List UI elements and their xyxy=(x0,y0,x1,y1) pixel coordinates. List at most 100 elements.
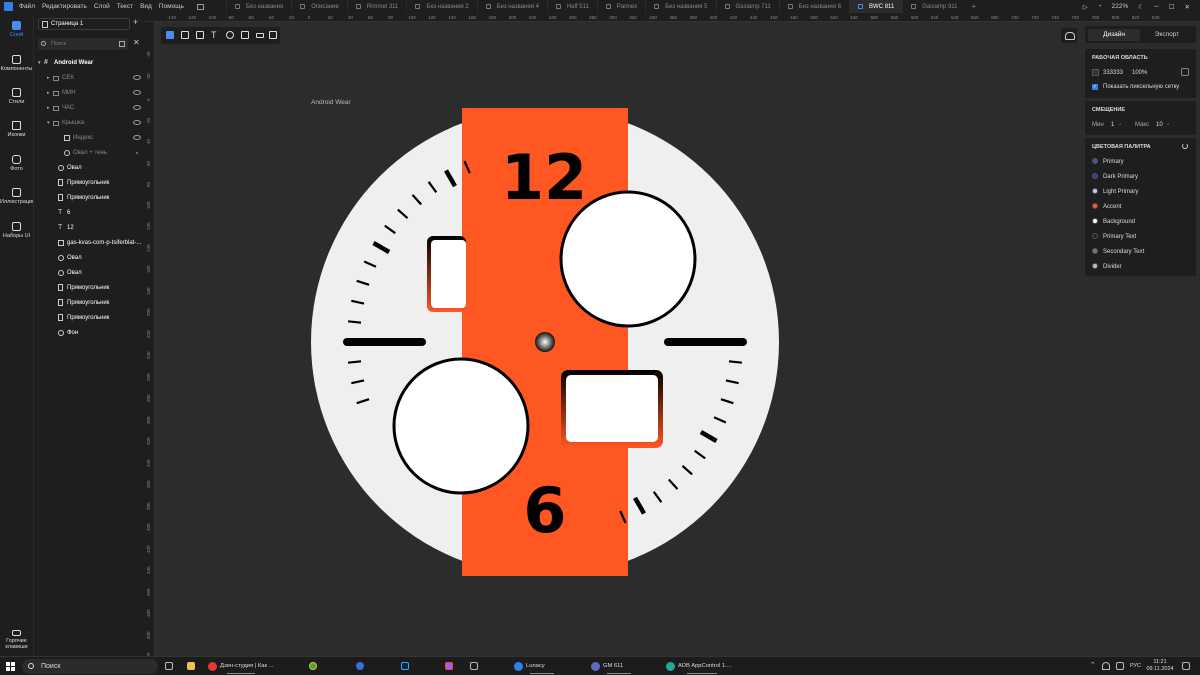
figma-icon[interactable] xyxy=(445,662,453,670)
layer-row[interactable]: Прямоугольник xyxy=(34,177,146,189)
add-tab-button[interactable]: + xyxy=(972,2,977,11)
expand-arrow-icon[interactable]: ▾ xyxy=(38,57,41,69)
zoom-level[interactable]: 222% xyxy=(1112,3,1129,10)
task-view-icon[interactable] xyxy=(165,662,173,670)
pixel-grid-checkbox[interactable]: ✓ xyxy=(1092,84,1098,90)
rail-item[interactable]: Иконки xyxy=(0,121,33,138)
watch-face[interactable]: 12 6 xyxy=(155,22,1085,656)
palette-label[interactable]: Dark Primary xyxy=(1103,174,1138,180)
palette-label[interactable]: Divider xyxy=(1103,264,1122,270)
rail-item[interactable]: Фото xyxy=(0,155,33,172)
hotkeys-button[interactable]: Горячие клавиши xyxy=(0,630,33,650)
vertical-ruler[interactable]: -40 -20 0 20 40 60 80 100 120 140 160 180 200 220 240 2… xyxy=(145,22,155,660)
taskbar-app[interactable]: GM 611 xyxy=(589,659,649,674)
add-page-button[interactable]: + xyxy=(133,17,138,27)
center-pin[interactable] xyxy=(535,332,555,352)
taskbar-app[interactable]: Lunacy xyxy=(512,659,572,674)
vpn-icon[interactable] xyxy=(356,662,364,670)
layer-row[interactable]: Прямоугольник xyxy=(34,312,146,324)
horizontal-ruler[interactable]: -140 -120 -100 -80 -60 -40 -20 0 20 40 60 80 100 120 1… xyxy=(145,13,1200,22)
layer-row[interactable]: 12 xyxy=(34,222,146,234)
theme-icon[interactable]: ☾ xyxy=(1138,3,1144,11)
document-tab[interactable]: Pannex xyxy=(596,0,645,13)
menu-item[interactable]: Файл xyxy=(19,3,35,10)
page-selector[interactable]: Страница 1 xyxy=(38,18,130,30)
layer-row[interactable]: ▸ СЕК xyxy=(34,72,146,84)
hidden-eye-icon[interactable] xyxy=(133,75,141,80)
menu-item[interactable]: Текст xyxy=(117,3,133,10)
chevron-down-icon[interactable]: ⌄ xyxy=(1118,121,1122,127)
taskbar-search-input[interactable]: Поиск xyxy=(22,659,158,674)
palette-swatch[interactable] xyxy=(1092,218,1098,224)
tab-design[interactable]: Дизайн xyxy=(1088,29,1140,41)
line-app-icon[interactable] xyxy=(470,662,478,670)
menu-item[interactable]: Слой xyxy=(94,3,110,10)
expand-arrow-icon[interactable]: ▸ xyxy=(47,72,50,84)
document-tab[interactable]: Rimmel 311 xyxy=(346,0,407,13)
menu-item[interactable]: Помощь xyxy=(159,3,184,10)
subdial-top-right[interactable] xyxy=(559,190,697,328)
play-icon[interactable]: ▷ xyxy=(1083,3,1088,11)
palette-label[interactable]: Background xyxy=(1103,219,1135,225)
volume-icon[interactable] xyxy=(1116,662,1124,670)
artboard-options-icon[interactable] xyxy=(1181,68,1189,76)
palette-swatch[interactable] xyxy=(1092,203,1098,209)
palette-label[interactable]: Primary Text xyxy=(1103,234,1136,240)
document-tab[interactable]: Без названия 5 xyxy=(645,0,715,13)
palette-swatch[interactable] xyxy=(1092,173,1098,179)
maximize-button[interactable]: ☐ xyxy=(1169,3,1175,11)
rail-item[interactable]: Слой xyxy=(0,21,33,38)
document-tab[interactable]: Без названия 6 xyxy=(778,0,849,13)
hidden-eye-icon[interactable] xyxy=(133,105,141,110)
artboard-opacity-value[interactable]: 100% xyxy=(1132,70,1147,76)
layer-row[interactable]: ▾ Крышка xyxy=(34,117,146,129)
document-tab[interactable]: BWC 811 xyxy=(849,0,903,13)
layer-row[interactable]: gas-kvas-com-p-tsiferblat-... xyxy=(34,237,146,249)
refresh-icon[interactable] xyxy=(1182,143,1188,149)
document-tab[interactable]: Half 511 xyxy=(546,0,597,13)
expand-arrow-icon[interactable]: ▸ xyxy=(47,102,50,114)
numeral-12[interactable]: 12 xyxy=(501,141,587,214)
palette-swatch[interactable] xyxy=(1092,248,1098,254)
wifi-icon[interactable] xyxy=(1102,662,1110,670)
menu-item[interactable]: Редактировать xyxy=(42,3,87,10)
taskbar-app[interactable]: ADB AppControl 1.... xyxy=(664,659,739,674)
palette-label[interactable]: Secondary Text xyxy=(1103,249,1144,255)
document-tab[interactable]: Описание xyxy=(291,0,347,13)
palette-label[interactable]: Light Primary xyxy=(1103,189,1138,195)
offset-max-value[interactable]: 10 xyxy=(1156,122,1163,128)
taskbar-app[interactable]: Дзен-студия | Как ... xyxy=(206,659,276,674)
layer-row[interactable]: Прямоугольник xyxy=(34,297,146,309)
canvas[interactable]: T Android Wear 12 6 xyxy=(155,22,1085,656)
palette-swatch[interactable] xyxy=(1092,263,1098,269)
layer-row[interactable]: Фон xyxy=(34,327,146,339)
palette-swatch[interactable] xyxy=(1092,233,1098,239)
layer-row[interactable]: Индекс xyxy=(34,132,146,144)
layer-row[interactable]: ▾ # Android Wear xyxy=(34,57,146,69)
palette-label[interactable]: Primary xyxy=(1103,159,1124,165)
document-tab[interactable]: Без названия xyxy=(225,0,291,13)
windows-start-icon[interactable] xyxy=(6,662,15,671)
visibility-dot-icon[interactable] xyxy=(136,152,138,154)
tray-chevron-icon[interactable]: ⌃ xyxy=(1090,661,1096,669)
palette-label[interactable]: Accent xyxy=(1103,204,1121,210)
layer-row[interactable]: Овал + тень xyxy=(34,147,146,159)
index-left[interactable] xyxy=(343,338,426,346)
minimize-button[interactable]: ─ xyxy=(1154,3,1159,10)
chevron-down-icon[interactable]: ⌄ xyxy=(1166,121,1170,127)
layer-row[interactable]: Овал xyxy=(34,162,146,174)
layer-row[interactable]: Прямоугольник xyxy=(34,192,146,204)
palette-swatch[interactable] xyxy=(1092,188,1098,194)
photoshop-icon[interactable] xyxy=(401,662,409,670)
lunacy-logo-icon[interactable] xyxy=(4,2,13,11)
numeral-6[interactable]: 6 xyxy=(523,474,566,547)
offset-min-value[interactable]: 1 xyxy=(1111,122,1114,128)
home-icon[interactable] xyxy=(196,3,204,10)
layer-row[interactable]: Овал xyxy=(34,267,146,279)
expand-arrow-icon[interactable]: ▾ xyxy=(47,117,50,129)
layers-search-input[interactable]: Поиск xyxy=(38,38,128,50)
notifications-icon[interactable] xyxy=(1182,662,1190,670)
file-explorer-icon[interactable] xyxy=(187,662,195,670)
tab-export[interactable]: Экспорт xyxy=(1141,29,1193,41)
chrome-icon[interactable] xyxy=(309,662,317,670)
